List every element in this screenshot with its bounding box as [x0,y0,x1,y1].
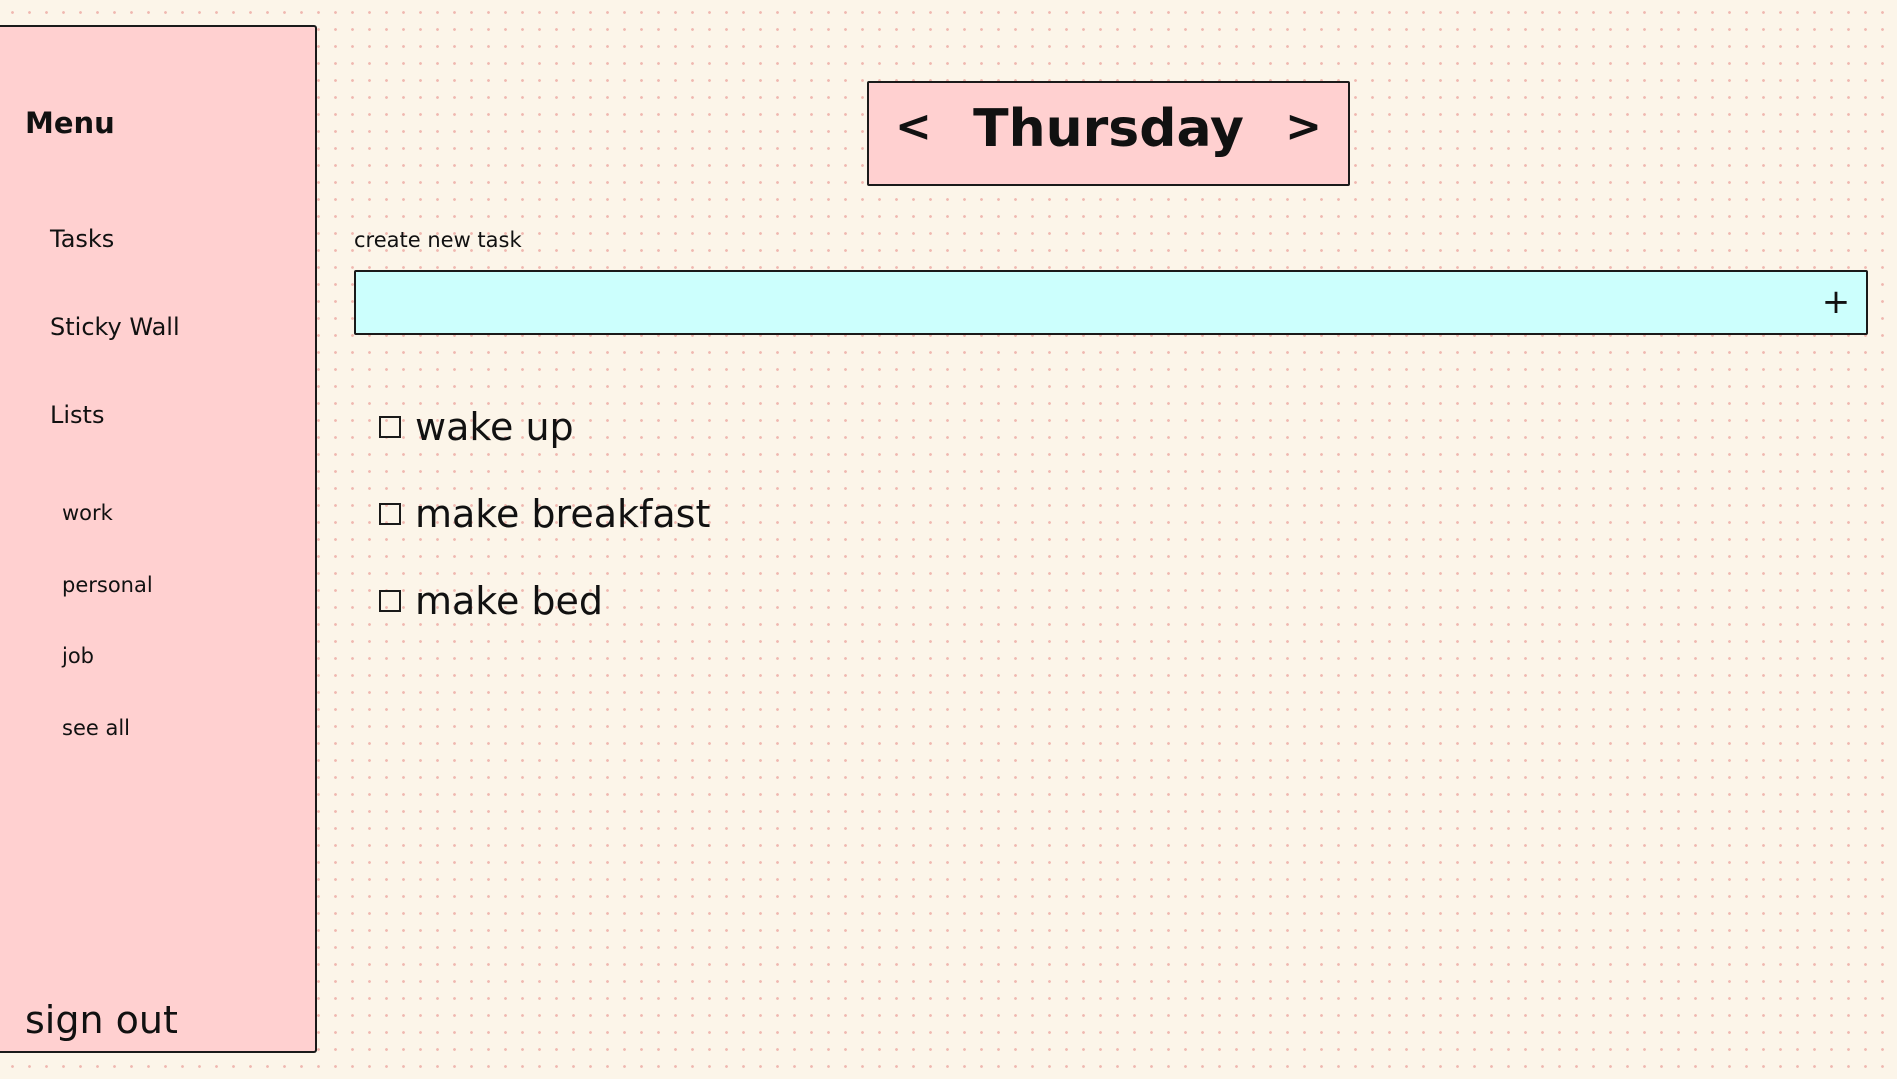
task-item-wake-up[interactable]: wake up [379,408,574,446]
new-task-box: + [354,270,1868,335]
new-task-label: create new task [354,228,522,252]
task-label: make breakfast [415,492,711,536]
sidebar-item-tasks[interactable]: Tasks [50,227,114,251]
task-item-make-bed[interactable]: make bed [379,582,603,620]
list-item-work[interactable]: work [62,503,113,524]
sidebar-item-lists[interactable]: Lists [50,403,104,427]
sign-out-link[interactable]: sign out [25,1001,178,1039]
task-checkbox[interactable] [379,590,401,612]
day-title: Thursday [973,99,1244,159]
task-checkbox[interactable] [379,503,401,525]
sidebar-item-sticky-wall[interactable]: Sticky Wall [50,315,180,339]
task-checkbox[interactable] [379,416,401,438]
menu-title: Menu [25,106,115,140]
day-navigator: < Thursday > [867,81,1350,186]
list-item-personal[interactable]: personal [62,575,153,596]
task-label: wake up [415,405,574,449]
add-task-button[interactable]: + [1814,280,1858,324]
sidebar: Menu Tasks Sticky Wall Lists work person… [0,25,317,1053]
new-task-input[interactable] [356,272,1796,333]
task-item-make-breakfast[interactable]: make breakfast [379,495,710,533]
list-item-job[interactable]: job [62,646,94,667]
next-day-button[interactable]: > [1285,105,1322,149]
list-item-see-all[interactable]: see all [62,718,130,739]
task-label: make bed [415,579,604,623]
